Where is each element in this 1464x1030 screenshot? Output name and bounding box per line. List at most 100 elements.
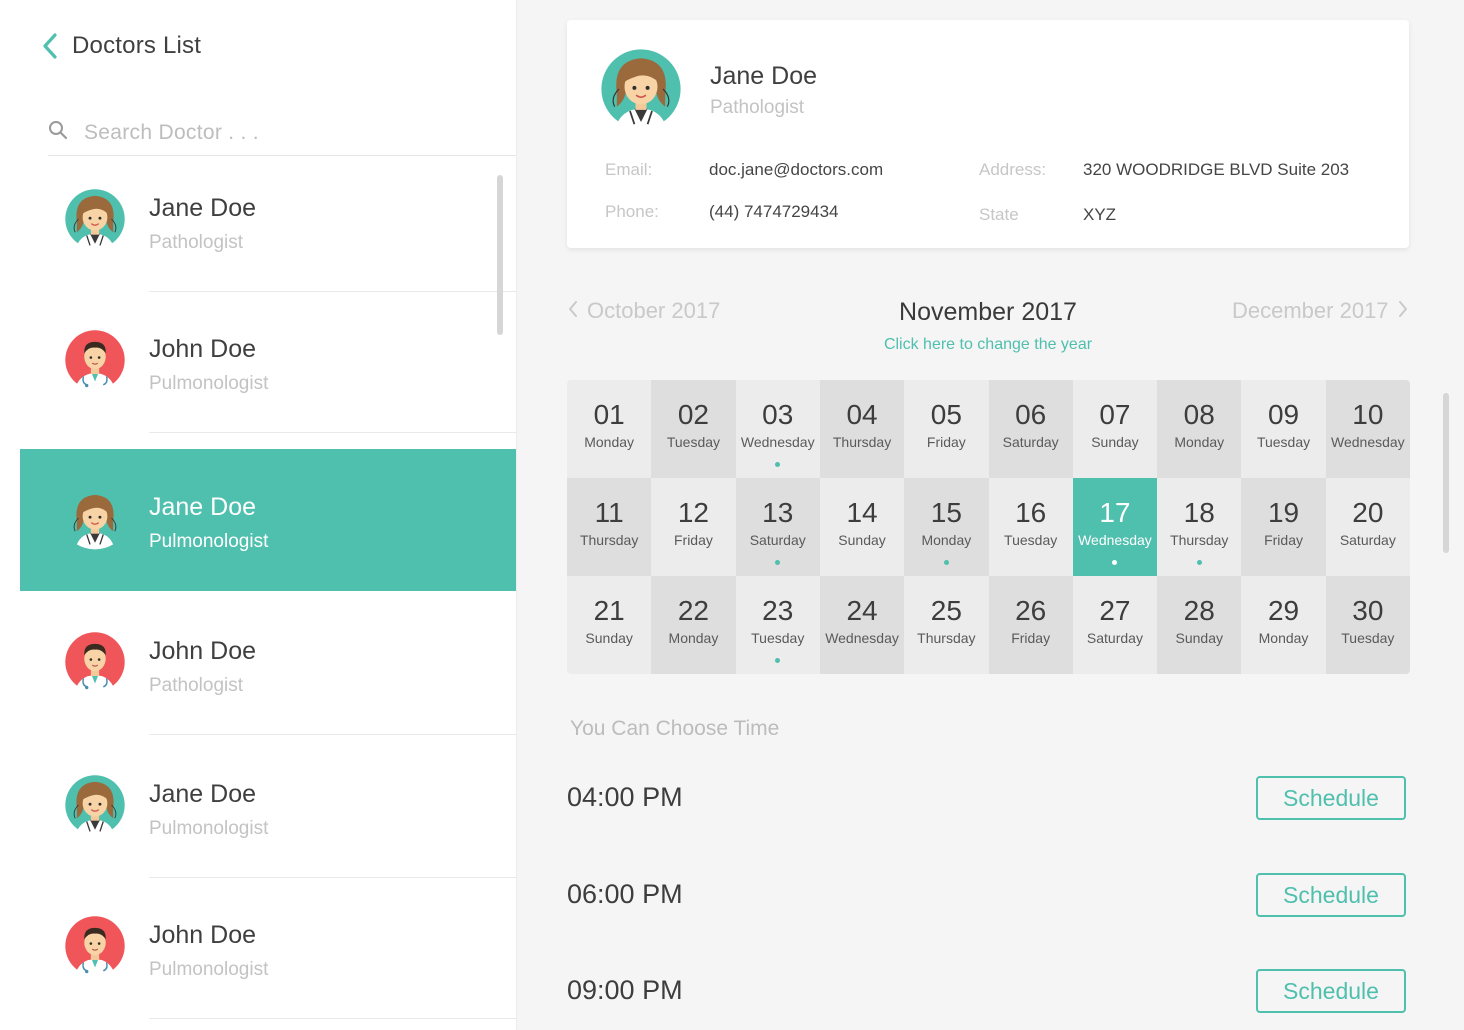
state-value: XYZ: [1083, 205, 1117, 224]
availability-dot: [775, 560, 781, 565]
calendar-day[interactable]: 29 Monday: [1241, 576, 1326, 674]
day-weekday: Sunday: [838, 532, 886, 548]
day-number: 27: [1099, 595, 1131, 626]
doctor-list-item[interactable]: John Doe Pulmonologist: [20, 877, 516, 1019]
day-weekday: Wednesday: [825, 630, 899, 646]
change-year-link[interactable]: Click here to change the year: [567, 336, 1409, 354]
calendar-day[interactable]: 26 Friday: [988, 576, 1073, 674]
calendar-day[interactable]: 07 Sunday: [1072, 380, 1158, 478]
day-weekday: Thursday: [917, 630, 976, 646]
male-doctor-avatar-icon: [62, 913, 128, 979]
day-number: 21: [593, 595, 625, 626]
day-number: 07: [1099, 399, 1131, 430]
calendar-grid: 01 Monday 02 Tuesday 03 Wednesday 04 Thursday 05…: [567, 380, 1410, 674]
email-label: Email:: [605, 160, 653, 179]
calendar-day[interactable]: 17 Wednesday: [1072, 478, 1158, 576]
calendar-day[interactable]: 10 Wednesday: [1325, 380, 1410, 478]
day-number: 30: [1352, 595, 1384, 626]
sidebar-scrollbar[interactable]: [497, 175, 503, 335]
calendar-day[interactable]: 18 Thursday: [1157, 478, 1242, 576]
calendar-day[interactable]: 14 Sunday: [819, 478, 905, 576]
calendar-day[interactable]: 19 Friday: [1241, 478, 1326, 576]
list-divider: [149, 1018, 516, 1019]
search-icon: [48, 120, 68, 145]
doctor-name: John Doe: [149, 921, 257, 949]
doctor-name: John Doe: [149, 335, 257, 363]
address-value: 320 WOODRIDGE BLVD Suite 203: [1083, 160, 1350, 179]
availability-dot: [1196, 560, 1202, 565]
doctor-list-item[interactable]: Jane Doe Pulmonologist: [20, 449, 516, 591]
availability-dot: [1112, 560, 1118, 565]
calendar-day[interactable]: 06 Saturday: [988, 380, 1073, 478]
doctor-list-item[interactable]: Jane Doe Pathologist: [20, 150, 516, 292]
schedule-button[interactable]: Schedule: [1256, 873, 1406, 917]
calendar-day[interactable]: 04 Thursday: [819, 380, 905, 478]
doctor-specialty: Pulmonologist: [149, 531, 269, 552]
day-weekday: Tuesday: [1256, 434, 1311, 450]
next-month-button[interactable]: December 2017: [1232, 298, 1409, 324]
search-input[interactable]: [84, 120, 464, 145]
day-number: 04: [846, 399, 878, 430]
availability-dot: [775, 658, 781, 663]
calendar-day[interactable]: 21 Sunday: [567, 576, 652, 674]
female-doctor-avatar-icon: [62, 772, 128, 838]
day-number: 13: [762, 497, 794, 528]
doctor-specialty: Pulmonologist: [149, 818, 269, 839]
schedule-button[interactable]: Schedule: [1256, 969, 1406, 1013]
day-weekday: Sunday: [1091, 434, 1139, 450]
calendar-day[interactable]: 08 Monday: [1157, 380, 1242, 478]
calendar-day[interactable]: 15 Monday: [904, 478, 989, 576]
availability-dot: [943, 560, 949, 565]
day-number: 26: [1015, 595, 1047, 626]
day-weekday: Friday: [1264, 532, 1303, 548]
doctor-specialty: Pulmonologist: [149, 959, 269, 980]
calendar-day[interactable]: 23 Tuesday: [735, 576, 820, 674]
calendar-day[interactable]: 05 Friday: [904, 380, 989, 478]
day-weekday: Wednesday: [1078, 532, 1152, 548]
day-number: 25: [930, 595, 962, 626]
female-doctor-avatar-icon: [62, 485, 128, 551]
day-weekday: Thursday: [579, 532, 639, 548]
doctor-list-item[interactable]: John Doe Pulmonologist: [20, 291, 516, 433]
day-weekday: Monday: [1174, 434, 1225, 450]
calendar-day[interactable]: 03 Wednesday: [735, 380, 820, 478]
calendar-day[interactable]: 16 Tuesday: [988, 478, 1073, 576]
time-slot-label: 06:00 PM: [567, 879, 683, 909]
day-number: 09: [1267, 399, 1300, 430]
calendar-day[interactable]: 25 Thursday: [904, 576, 989, 674]
doctor-specialty: Pathologist: [149, 232, 244, 253]
day-number: 12: [677, 497, 710, 528]
day-weekday: Monday: [1258, 630, 1309, 646]
email-value[interactable]: doc.jane@doctors.com: [709, 160, 883, 180]
male-doctor-avatar-icon: [62, 629, 128, 695]
schedule-button[interactable]: Schedule: [1256, 776, 1406, 820]
calendar-day[interactable]: 13 Saturday: [735, 478, 820, 576]
sidebar-header: Doctors List: [42, 30, 201, 62]
calendar-day[interactable]: 20 Saturday: [1325, 478, 1410, 576]
doctor-name: Jane Doe: [149, 780, 257, 808]
calendar-day[interactable]: 30 Tuesday: [1325, 576, 1410, 674]
day-weekday: Friday: [673, 532, 713, 548]
calendar-day[interactable]: 02 Tuesday: [651, 380, 736, 478]
calendar-day[interactable]: 09 Tuesday: [1241, 380, 1326, 478]
chevron-left-icon[interactable]: [42, 32, 60, 60]
time-slot-label: 09:00 PM: [567, 975, 683, 1005]
main-scrollbar[interactable]: [1443, 393, 1449, 553]
calendar-day[interactable]: 12 Friday: [651, 478, 736, 576]
calendar-day[interactable]: 22 Monday: [651, 576, 736, 674]
phone-value[interactable]: (44) 7474729434: [709, 202, 839, 222]
calendar-day[interactable]: 01 Monday: [567, 380, 652, 478]
doctor-list-item[interactable]: Jane Doe Pulmonologist: [20, 736, 516, 878]
calendar-day[interactable]: 28 Sunday: [1157, 576, 1242, 674]
time-slot-label: 04:00 PM: [567, 782, 683, 812]
doctor-profile-card: Jane Doe Pathologist Email: doc.jane@doc…: [567, 20, 1409, 248]
calendar-day[interactable]: 11 Thursday: [567, 478, 652, 576]
day-weekday: Monday: [921, 532, 972, 548]
next-month-label: December 2017: [1232, 298, 1389, 323]
doctor-list-item[interactable]: John Doe Pathologist: [20, 593, 516, 735]
availability-dot: [775, 462, 781, 467]
day-weekday: Friday: [1011, 630, 1051, 646]
calendar-day[interactable]: 27 Saturday: [1072, 576, 1158, 674]
calendar-day[interactable]: 24 Wednesday: [819, 576, 905, 674]
day-number: 03: [762, 399, 794, 430]
